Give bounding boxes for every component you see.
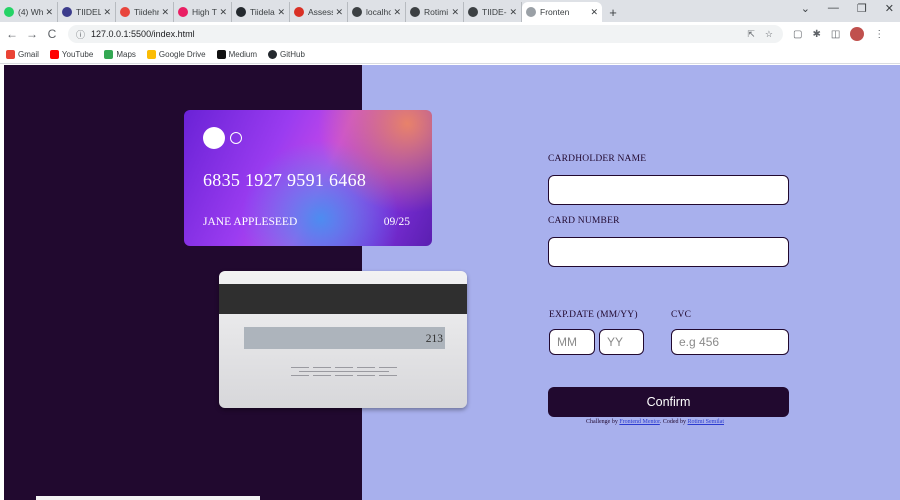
github-icon: [268, 50, 278, 59]
minimize-icon[interactable]: —: [828, 2, 839, 15]
page-content: 6835 1927 9591 6468 JANE APPLESEED 09/25…: [0, 65, 900, 500]
card-number-input[interactable]: [548, 237, 789, 267]
exp-date-label: EXP.DATE (MM/YY): [549, 310, 638, 320]
tab-favicon-icon: [468, 7, 478, 17]
browser-tab[interactable]: (4) What✕: [0, 2, 58, 22]
browser-tab[interactable]: TIIDELab✕: [58, 2, 116, 22]
tab-favicon-icon: [526, 7, 536, 17]
card-cvc-display: 213: [425, 333, 443, 345]
browser-tab[interactable]: Rotimi ✕: [406, 2, 464, 22]
browser-tab[interactable]: Tiidehr ✕: [116, 2, 174, 22]
exp-month-input[interactable]: [549, 329, 595, 355]
decorative-line: [291, 375, 397, 376]
tab-favicon-icon: [4, 7, 14, 17]
close-tab-icon[interactable]: ✕: [45, 7, 53, 18]
card-logo-circle-filled: [203, 127, 225, 149]
card-holder-display: JANE APPLESEED: [203, 216, 298, 228]
card-back: 213: [219, 271, 467, 408]
tab-favicon-icon: [294, 7, 304, 17]
new-tab-button[interactable]: +: [602, 2, 624, 22]
bookmark-google-drive[interactable]: Google Drive: [146, 50, 206, 59]
tab-favicon-icon: [178, 7, 188, 17]
close-tab-icon[interactable]: ✕: [161, 7, 169, 18]
browser-tab-active[interactable]: Fronten ✕: [522, 2, 602, 22]
window-controls: ⌄ — ❐ ✕: [801, 2, 894, 15]
signature-strip: [244, 327, 445, 349]
bookmark-gmail[interactable]: Gmail: [6, 50, 39, 59]
share-icon[interactable]: ⇱: [747, 29, 755, 40]
close-tab-icon[interactable]: ✕: [393, 7, 401, 18]
decorative-line: [299, 371, 389, 372]
puzzle-extensions-icon[interactable]: ✱: [812, 29, 820, 40]
browser-tab[interactable]: Tiidelab✕: [232, 2, 290, 22]
confirm-button[interactable]: Confirm: [548, 387, 789, 417]
attribution: Challenge by Frontend Mentor. Coded by R…: [586, 419, 725, 425]
maps-icon: [104, 50, 114, 59]
cvc-input[interactable]: [671, 329, 789, 355]
close-tab-icon[interactable]: ✕: [277, 7, 285, 18]
tab-favicon-icon: [120, 7, 130, 17]
google-drive-icon: [146, 50, 156, 59]
restore-icon[interactable]: ❐: [857, 2, 867, 15]
youtube-icon: [49, 50, 59, 59]
close-tab-icon[interactable]: ✕: [451, 7, 459, 18]
browser-tab-bar: (4) What✕ TIIDELab✕ Tiidehr✕ High Tri✕ T…: [0, 0, 900, 22]
bookmark-youtube[interactable]: YouTube: [49, 50, 93, 59]
bookmarks-bar: Gmail YouTube Maps Google Drive Medium G…: [0, 46, 900, 64]
bookmark-medium[interactable]: Medium: [216, 50, 257, 59]
bookmark-github[interactable]: GitHub: [268, 50, 305, 59]
cardholder-name-input[interactable]: [548, 175, 789, 205]
forward-arrow-icon[interactable]: →: [24, 27, 40, 41]
bookmark-star-icon[interactable]: ☆: [765, 29, 773, 40]
address-bar: ← → C ⓘ 127.0.0.1:5500/index.html ⇱ ☆ ▢ …: [0, 22, 900, 46]
author-link[interactable]: Rotimi Semilat: [688, 419, 725, 425]
medium-icon: [216, 50, 226, 59]
decorative-line: [291, 367, 397, 368]
reload-icon[interactable]: C: [44, 27, 60, 41]
profile-avatar[interactable]: [850, 27, 865, 41]
cardholder-name-label: CARDHOLDER NAME: [548, 154, 647, 164]
tab-favicon-icon: [352, 7, 362, 17]
card-back-decoration: [291, 367, 397, 379]
tab-favicon-icon: [410, 7, 420, 17]
card-number-display: 6835 1927 9591 6468: [203, 170, 367, 190]
frontend-mentor-link[interactable]: Frontend Mentor: [619, 419, 660, 425]
browser-tab[interactable]: High Tri✕: [174, 2, 232, 22]
cvc-label: CVC: [671, 310, 692, 320]
menu-kebab-icon[interactable]: ⋮: [874, 29, 884, 40]
url-text: 127.0.0.1:5500/index.html: [91, 29, 195, 39]
bookmark-maps[interactable]: Maps: [104, 50, 136, 59]
close-tab-icon[interactable]: ✕: [590, 7, 598, 18]
sidebar-icon[interactable]: ◫: [831, 29, 840, 40]
gmail-icon: [6, 50, 15, 59]
tab-favicon-icon: [236, 7, 246, 17]
tab-favicon-icon: [62, 7, 72, 17]
close-tab-icon[interactable]: ✕: [219, 7, 227, 18]
browser-tab[interactable]: TIIDE-H✕: [464, 2, 522, 22]
horizontal-scrollbar[interactable]: [36, 496, 260, 500]
browser-tab[interactable]: Assessm✕: [290, 2, 348, 22]
back-arrow-icon[interactable]: ←: [4, 27, 20, 41]
card-front: 6835 1927 9591 6468 JANE APPLESEED 09/25: [184, 110, 432, 246]
url-input[interactable]: ⓘ 127.0.0.1:5500/index.html ⇱ ☆: [68, 25, 783, 43]
close-tab-icon[interactable]: ✕: [335, 7, 343, 18]
close-window-icon[interactable]: ✕: [885, 2, 894, 15]
card-expiry-display: 09/25: [383, 216, 410, 228]
tab-search-icon[interactable]: ⌄: [801, 2, 810, 15]
close-tab-icon[interactable]: ✕: [509, 7, 517, 18]
close-tab-icon[interactable]: ✕: [103, 7, 111, 18]
extension-icon[interactable]: ▢: [793, 29, 802, 40]
browser-tab[interactable]: localhos✕: [348, 2, 406, 22]
magnetic-strip: [219, 284, 467, 314]
site-info-icon[interactable]: ⓘ: [76, 28, 85, 41]
card-number-label: CARD NUMBER: [548, 216, 620, 226]
exp-year-input[interactable]: [599, 329, 644, 355]
card-logo-circle-outline: [230, 132, 242, 144]
